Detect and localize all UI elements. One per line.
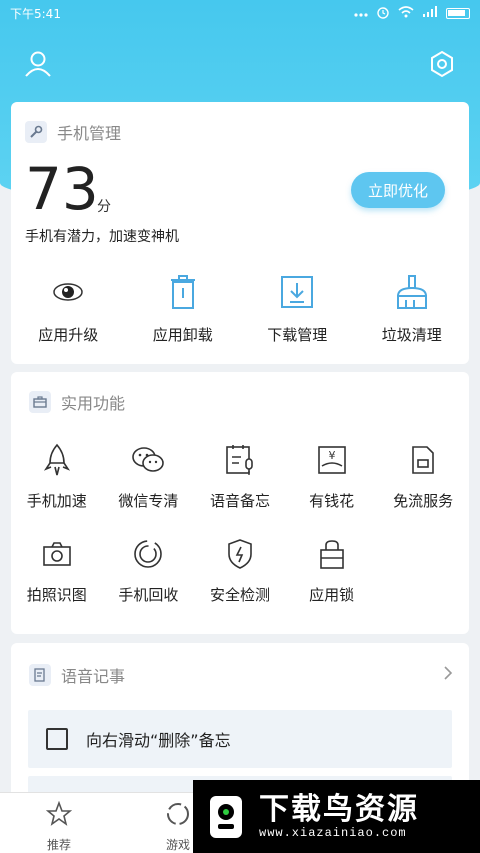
status-icons [354, 5, 470, 22]
battery-icon [446, 7, 470, 19]
wrench-icon [25, 121, 47, 143]
broom-icon [394, 272, 430, 312]
memo-list-item[interactable]: 向右滑动“删除”备忘 [28, 710, 452, 768]
alarm-icon [376, 5, 390, 22]
watermark-banner: 下载鸟资源 www.xiazainiao.com [193, 780, 480, 853]
utility-photo-recognition[interactable]: 拍照识图 [11, 534, 103, 605]
nav-tab-recommend[interactable]: 推荐 [45, 800, 73, 853]
voice-notes-header[interactable]: 语音记事 [29, 663, 453, 687]
phone-manager-card: 手机管理 73 分 手机有潜力，加速变神机 立即优化 应用升级 应用卸载 下载管… [11, 102, 469, 364]
score-unit: 分 [97, 199, 111, 215]
utility-app-lock[interactable]: 应用锁 [286, 534, 378, 605]
watermark-url: www.xiazainiao.com [259, 826, 407, 840]
score-value: 73 [25, 155, 99, 223]
action-label: 下载管理 [267, 326, 328, 344]
action-label: 应用升级 [38, 326, 99, 344]
utility-voice-memo[interactable]: 语音备忘 [194, 440, 286, 511]
phone-manager-title: 手机管理 [57, 124, 122, 143]
utility-label: 应用锁 [309, 586, 355, 604]
watermark-title: 下载鸟资源 [259, 792, 419, 827]
recycle-icon [132, 534, 164, 574]
utilities-row-2: 拍照识图 手机回收 安全检测 应用锁 [11, 534, 469, 605]
more-icon [354, 6, 368, 20]
action-download-manager[interactable]: 下载管理 [240, 272, 355, 345]
utility-label: 安全检测 [209, 586, 270, 604]
eye-icon [50, 272, 86, 312]
nav-label: 游戏 [165, 838, 190, 852]
note-icon [29, 664, 51, 686]
chevron-right-icon[interactable] [443, 665, 453, 685]
sim-icon [410, 440, 436, 480]
voice-memo-icon [223, 440, 257, 480]
utility-money[interactable]: ¥ 有钱花 [286, 440, 378, 511]
action-app-upgrade[interactable]: 应用升级 [11, 272, 126, 345]
utility-label: 免流服务 [393, 492, 454, 510]
money-icon: ¥ [316, 440, 348, 480]
star-icon [45, 800, 73, 830]
svg-text:¥: ¥ [328, 449, 335, 462]
utility-wechat-clean[interactable]: 微信专清 [103, 440, 195, 511]
utility-security-check[interactable]: 安全检测 [194, 534, 286, 605]
nav-label: 推荐 [46, 838, 71, 852]
memo-text: 向右滑动“删除”备忘 [86, 731, 231, 750]
status-bar: 下午5:41 [0, 0, 480, 26]
trash-icon [167, 272, 199, 312]
utility-label: 手机加速 [26, 492, 87, 510]
utility-phone-recycle[interactable]: 手机回收 [103, 534, 195, 605]
watermark-logo-icon [203, 792, 249, 842]
wechat-icon [131, 440, 165, 480]
optimize-button[interactable]: 立即优化 [351, 172, 445, 208]
shield-icon [226, 534, 254, 574]
lock-icon [318, 534, 346, 574]
utility-label: 有钱花 [309, 492, 355, 510]
phone-manager-actions: 应用升级 应用卸载 下载管理 垃圾清理 [11, 272, 469, 345]
nav-tab-games[interactable]: 游戏 [165, 801, 191, 853]
utility-label: 微信专清 [118, 492, 179, 510]
utilities-row-1: 手机加速 微信专清 语音备忘 ¥ 有钱花 免流服务 [11, 440, 469, 511]
status-time: 下午5:41 [10, 6, 61, 21]
score-description: 手机有潜力，加速变神机 [25, 229, 179, 245]
utility-label: 语音备忘 [209, 492, 270, 510]
utility-free-data[interactable]: 免流服务 [377, 440, 469, 511]
voice-notes-card: 语音记事 向右滑动“删除”备忘 [11, 643, 469, 803]
voice-notes-title: 语音记事 [61, 667, 126, 686]
utilities-card: 实用功能 手机加速 微信专清 语音备忘 ¥ 有钱花 免流服务 拍照识图 手机回收… [11, 372, 469, 634]
user-profile-icon[interactable] [22, 48, 54, 80]
action-label: 垃圾清理 [381, 326, 442, 344]
action-junk-clean[interactable]: 垃圾清理 [355, 272, 470, 345]
wifi-icon [398, 5, 414, 21]
utility-label: 拍照识图 [26, 586, 87, 604]
utilities-title: 实用功能 [61, 394, 126, 413]
action-app-uninstall[interactable]: 应用卸载 [126, 272, 241, 345]
game-icon [165, 801, 191, 830]
rocket-icon [42, 440, 72, 480]
toolbox-icon [29, 391, 51, 413]
memo-checkbox[interactable] [46, 728, 68, 750]
settings-icon[interactable] [426, 48, 458, 80]
camera-icon [41, 534, 73, 574]
utility-phone-speedup[interactable]: 手机加速 [11, 440, 103, 511]
utilities-header: 实用功能 [29, 390, 125, 414]
phone-manager-header: 手机管理 [25, 120, 121, 144]
download-icon [280, 272, 314, 312]
utility-label: 手机回收 [118, 586, 179, 604]
signal-icon [422, 5, 438, 21]
watermark-text: 下载鸟资源 www.xiazainiao.com [259, 793, 419, 840]
action-label: 应用卸载 [152, 326, 213, 344]
